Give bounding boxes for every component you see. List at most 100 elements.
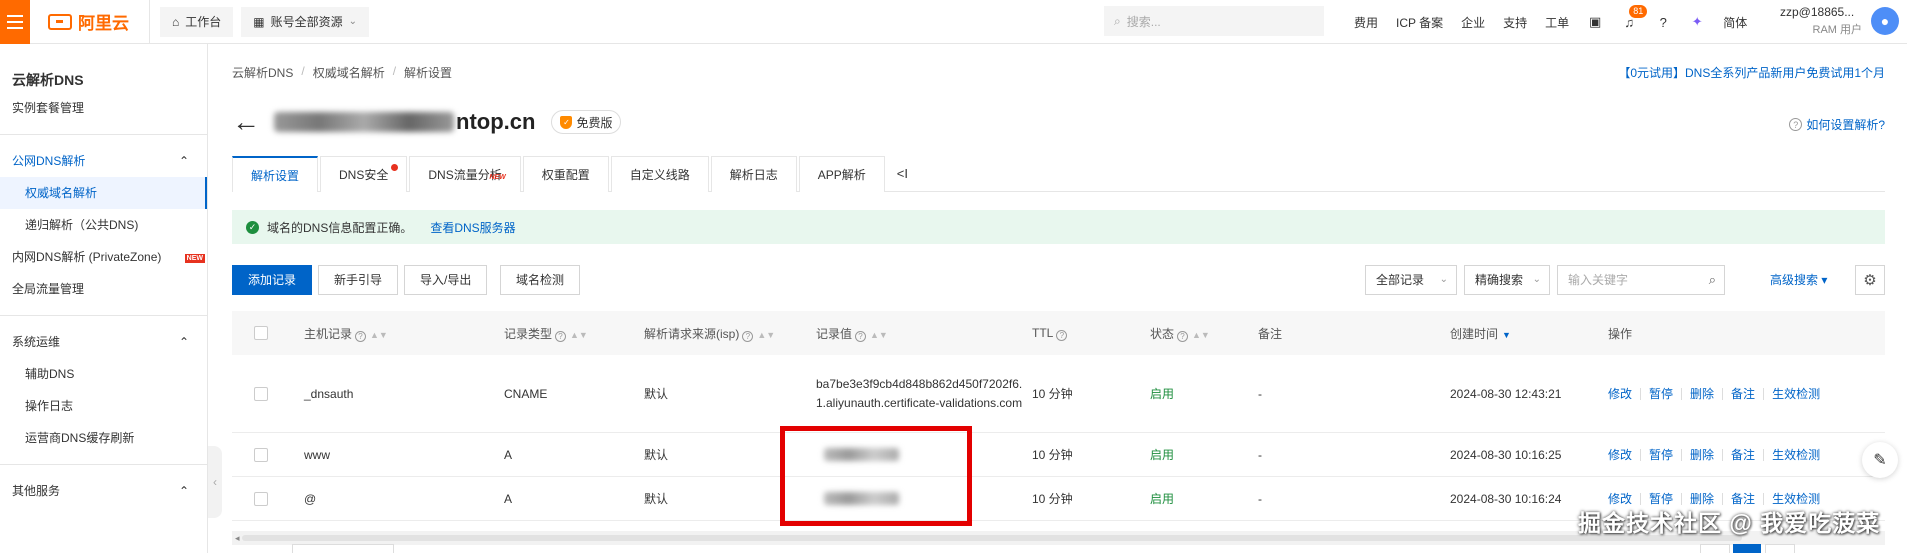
select-all-checkbox[interactable] [254,326,268,340]
sidebar-item-instance[interactable]: 实例套餐管理 [0,92,207,124]
promo-link[interactable]: 【0元试用】DNS全系列产品新用户免费试用1个月 [1618,64,1885,81]
nav-icp[interactable]: ICP 备案 [1387,14,1452,31]
delete-link[interactable]: 删除 [1682,387,1724,400]
help-icon[interactable]: ? [1655,14,1671,30]
tab-resolution-settings[interactable]: 解析设置 [232,156,319,192]
sidebar-item-authoritative[interactable]: 权威域名解析 [0,177,207,209]
edit-link[interactable]: 修改 [1608,448,1642,461]
prev-page-button[interactable] [1700,544,1730,553]
delete-link[interactable]: 删除 [1682,448,1724,461]
tab-app-resolution[interactable]: APP解析 [798,156,885,192]
tab-traffic-analysis[interactable]: DNS流量分析 NEW [409,156,521,192]
scroll-left-icon[interactable]: ◂ [235,531,240,545]
group-label: 其他服务 [12,484,61,498]
effect-check-link[interactable]: 生效检测 [1764,388,1828,400]
workbench-button[interactable]: ⌂ 工作台 [160,6,234,37]
sidebar-item-private-zone[interactable]: 内网DNS解析 (PrivateZone) NEW [0,241,207,273]
tab-custom-line[interactable]: 自定义线路 [610,156,709,192]
next-page-button[interactable] [1765,544,1795,553]
remark-link[interactable]: 备注 [1723,492,1765,505]
bell-icon[interactable]: ♫ 81 [1621,5,1648,30]
col-value[interactable]: 记录值? ▲▼ [816,325,888,342]
cell-type: CNAME [504,386,548,401]
col-status[interactable]: 状态? ▲▼ [1150,325,1210,342]
aliyun-logo[interactable]: 阿里云 [48,9,129,34]
sidebar-item-global-traffic[interactable]: 全局流量管理 [0,273,207,305]
sidebar-group-other[interactable]: 其他服务 ⌃ [0,475,207,507]
nav-ticket[interactable]: 工单 [1536,14,1578,31]
sidebar-item-isp-refresh[interactable]: 运营商DNS缓存刷新 [0,422,207,454]
pencil-icon[interactable]: ✎ [1862,442,1898,478]
effect-check-link[interactable]: 生效检测 [1764,449,1828,461]
cell-remark: - [1258,447,1262,462]
select-value: 全部记录 [1376,273,1425,287]
help-link[interactable]: ? 如何设置解析? [1789,116,1885,133]
guide-button[interactable]: 新手引导 [318,265,399,295]
col-created[interactable]: 创建时间 ▼ [1450,325,1511,342]
effect-check-link[interactable]: 生效检测 [1764,493,1828,505]
highlight-annotation-box [780,426,972,526]
add-record-button[interactable]: 添加记录 [232,265,313,295]
pause-link[interactable]: 暂停 [1641,448,1683,461]
scrollbar-thumb[interactable] [242,535,1742,541]
nav-support[interactable]: 支持 [1494,14,1536,31]
record-filter-select[interactable]: 全部记录 ⌄ [1365,265,1457,295]
divider [0,134,207,135]
cell-type: A [504,447,513,462]
resources-dropdown[interactable]: ▦ 账号全部资源 ⌄ [241,6,370,37]
pause-link[interactable]: 暂停 [1641,387,1683,400]
remark-link[interactable]: 备注 [1723,387,1765,400]
back-arrow-icon[interactable]: ← [232,108,260,136]
menu-icon[interactable] [0,0,30,44]
view-dns-servers-link[interactable]: 查看DNS服务器 [430,219,515,236]
nav-billing[interactable]: 费用 [1345,14,1387,31]
global-search-input[interactable]: ⌕ 搜索... [1104,6,1324,36]
ai-assistant-icon[interactable]: ✦ [1689,14,1705,30]
col-label: 主机记录 [304,326,353,341]
notification-badge: 81 [1629,5,1648,18]
sidebar-group-ops[interactable]: 系统运维 ⌃ [0,326,207,358]
keyword-input[interactable]: 输入关键字 ⌕ [1557,265,1725,295]
edit-link[interactable]: 修改 [1608,492,1642,505]
sidebar-group-public[interactable]: 公网DNS解析 ⌃ [0,145,207,177]
row-checkbox[interactable] [254,491,268,506]
breadcrumb-item[interactable]: 权威域名解析 [313,64,385,81]
col-type[interactable]: 记录类型? ▲▼ [504,325,588,342]
language-switch[interactable]: 简体 [1714,14,1756,31]
pause-link[interactable]: 暂停 [1641,492,1683,505]
divider [0,315,207,316]
breadcrumb-item[interactable]: 云解析DNS [232,64,293,81]
domain-check-button[interactable]: 域名检测 [500,265,581,295]
col-isp[interactable]: 解析请求来源(isp)? ▲▼ [644,325,775,342]
sort-icon: ▲▼ [870,329,888,340]
tab-weight-config[interactable]: 权重配置 [522,156,609,192]
sidebar-collapse-handle[interactable]: ‹ [208,446,222,518]
page-size-select[interactable] [292,544,394,553]
chevron-down-icon: ⌄ [348,16,358,27]
row-checkbox[interactable] [254,386,268,401]
delete-link[interactable]: 删除 [1682,492,1724,505]
import-export-button[interactable]: 导入/导出 [404,265,488,295]
avatar[interactable]: ● [1871,7,1899,35]
terminal-icon[interactable]: ▣ [1587,14,1603,30]
col-host[interactable]: 主机记录? ▲▼ [304,325,388,342]
row-checkbox[interactable] [254,447,268,462]
remark-link[interactable]: 备注 [1723,448,1765,461]
sidebar-item-aux-dns[interactable]: 辅助DNS [0,358,207,390]
edit-link[interactable]: 修改 [1608,387,1642,400]
sidebar-item-op-log[interactable]: 操作日志 [0,390,207,422]
tab-dns-security[interactable]: DNS安全 [320,156,408,192]
nav-enterprise[interactable]: 企业 [1452,14,1494,31]
current-page-button[interactable] [1733,544,1761,553]
breadcrumb-item: 解析设置 [404,66,453,80]
sort-desc-icon: ▼ [1502,329,1511,340]
gear-icon[interactable]: ⚙ [1855,265,1885,295]
sidebar-item-recursive[interactable]: 递归解析（公共DNS) [0,209,207,241]
tab-resolution-log[interactable]: 解析日志 [710,156,797,192]
tabs-collapse-button[interactable]: <I [887,156,918,192]
user-info[interactable]: zzp@18865... RAM 用户 [1780,5,1862,37]
question-icon: ? [1177,330,1189,342]
tabs: 解析设置 DNS安全 DNS流量分析 NEW 权重配置 自定义线路 解析日志 AP… [232,156,1885,192]
search-mode-select[interactable]: 精确搜索 ⌄ [1464,265,1550,295]
advanced-search-button[interactable]: 高级搜索 ▾ [1770,265,1827,295]
